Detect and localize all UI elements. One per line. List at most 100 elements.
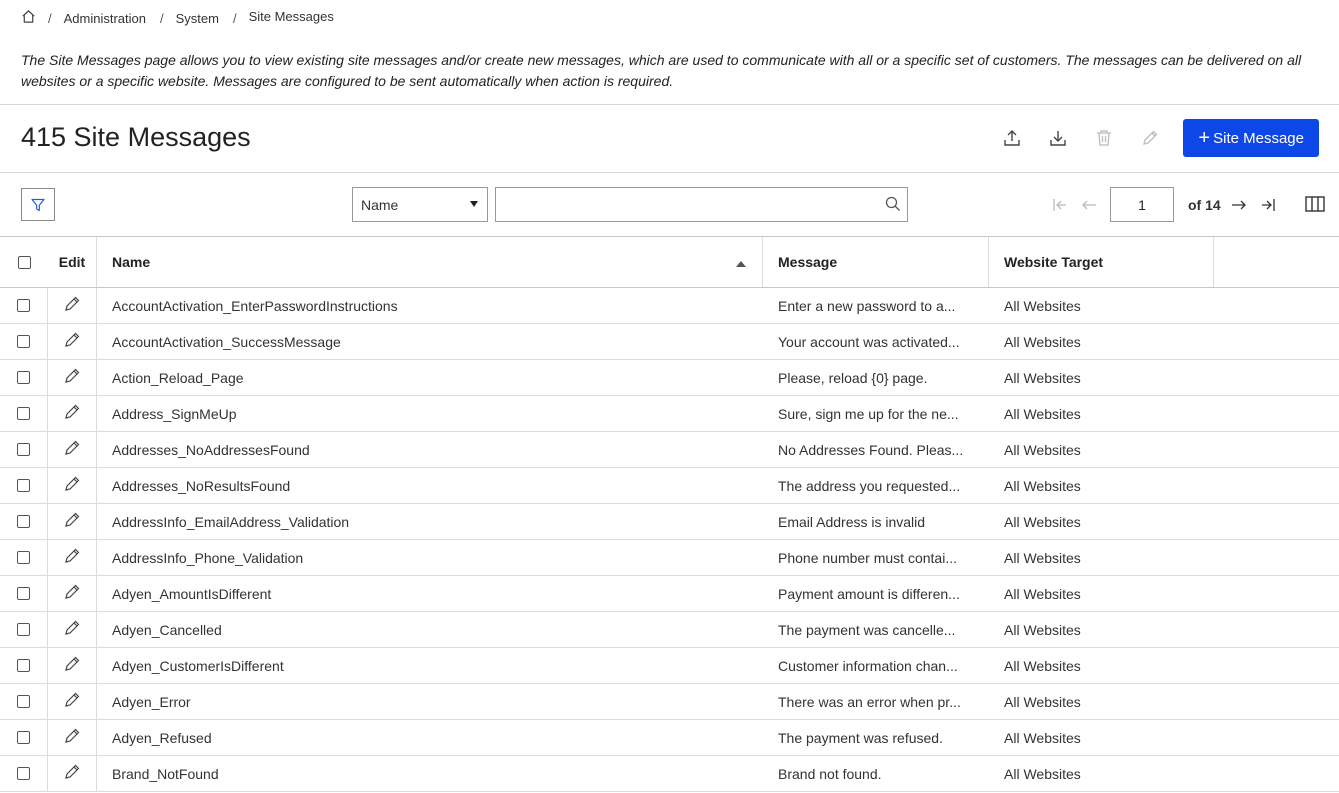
table-row[interactable]: Action_Reload_Page Please, reload {0} pag…	[0, 360, 1339, 396]
search-field-select[interactable]: Name	[352, 187, 488, 222]
search-icon[interactable]	[885, 196, 901, 217]
table-row[interactable]: Address_SignMeUp Sure, sign me up for the…	[0, 396, 1339, 432]
row-checkbox[interactable]	[17, 623, 30, 636]
row-checkbox[interactable]	[17, 551, 30, 564]
edit-pencil-icon[interactable]	[63, 547, 81, 568]
row-edit-cell	[48, 756, 97, 791]
row-checkbox[interactable]	[17, 479, 30, 492]
edit-pencil-icon[interactable]	[63, 655, 81, 676]
column-header-message[interactable]: Message	[763, 237, 989, 287]
page-description: The Site Messages page allows you to vie…	[21, 52, 1302, 89]
previous-page-icon[interactable]	[1077, 193, 1101, 217]
edit-pencil-icon[interactable]	[63, 583, 81, 604]
column-header-filler	[1214, 237, 1339, 287]
divider	[0, 172, 1339, 173]
export-button[interactable]	[989, 119, 1035, 157]
row-edit-cell	[48, 288, 97, 323]
edit-pencil-icon[interactable]	[63, 403, 81, 424]
row-message-text: The payment was refused.	[778, 729, 943, 746]
breadcrumb-separator: /	[160, 10, 164, 26]
caret-down-icon	[470, 201, 478, 207]
row-checkbox[interactable]	[17, 587, 30, 600]
table-row[interactable]: AddressInfo_EmailAddress_Validation Email…	[0, 504, 1339, 540]
edit-selected-button[interactable]	[1127, 119, 1173, 157]
row-filler	[1214, 396, 1339, 431]
row-message-text: Please, reload {0} page.	[778, 369, 928, 386]
row-message-text: Sure, sign me up for the ne...	[778, 405, 959, 422]
table-row[interactable]: AccountActivation_SuccessMessage Your acc…	[0, 324, 1339, 360]
row-website-target: All Websites	[1004, 333, 1081, 350]
row-name: Adyen_Refused	[112, 729, 212, 746]
select-all-checkbox[interactable]	[17, 255, 31, 269]
table-row[interactable]: Addresses_NoResultsFound The address you …	[0, 468, 1339, 504]
row-filler	[1214, 720, 1339, 755]
row-filler	[1214, 684, 1339, 719]
edit-pencil-icon[interactable]	[63, 331, 81, 352]
breadcrumb-system[interactable]: System	[176, 11, 219, 26]
row-website-target: All Websites	[1004, 693, 1081, 710]
table-row[interactable]: Adyen_CustomerIsDifferent Customer inform…	[0, 648, 1339, 684]
edit-pencil-icon[interactable]	[63, 475, 81, 496]
edit-pencil-icon[interactable]	[63, 691, 81, 712]
row-name: Brand_NotFound	[112, 765, 219, 782]
row-checkbox[interactable]	[17, 695, 30, 708]
table-row[interactable]: AddressInfo_Phone_Validation Phone number…	[0, 540, 1339, 576]
row-checkbox[interactable]	[17, 299, 30, 312]
row-checkbox[interactable]	[17, 335, 30, 348]
row-checkbox[interactable]	[17, 515, 30, 528]
filter-button[interactable]	[21, 188, 55, 221]
row-checkbox[interactable]	[17, 407, 30, 420]
table-row[interactable]: Adyen_Error There was an error when pr...…	[0, 684, 1339, 720]
row-checkbox[interactable]	[17, 659, 30, 672]
row-checkbox[interactable]	[17, 371, 30, 384]
edit-pencil-icon[interactable]	[63, 511, 81, 532]
page-number-input[interactable]: 1	[1110, 187, 1174, 222]
delete-button[interactable]	[1081, 119, 1127, 157]
row-filler	[1214, 648, 1339, 683]
search-input[interactable]	[496, 188, 907, 221]
last-page-icon[interactable]	[1256, 193, 1280, 217]
pager: 1 of 14	[1048, 187, 1285, 222]
edit-pencil-icon[interactable]	[63, 439, 81, 460]
edit-pencil-icon[interactable]	[63, 727, 81, 748]
column-chooser-icon[interactable]	[1304, 194, 1326, 214]
row-filler	[1214, 576, 1339, 611]
edit-pencil-icon[interactable]	[63, 619, 81, 640]
row-checkbox[interactable]	[17, 443, 30, 456]
row-message: No Addresses Found. Pleas...	[763, 432, 989, 467]
add-site-message-button[interactable]: + Site Message	[1183, 119, 1319, 157]
table-row[interactable]: Adyen_Cancelled The payment was cancelle.…	[0, 612, 1339, 648]
row-name: Action_Reload_Page	[112, 369, 244, 386]
table-row[interactable]: Addresses_NoAddressesFound No Addresses F…	[0, 432, 1339, 468]
row-checkbox[interactable]	[17, 731, 30, 744]
column-header-website-target[interactable]: Website Target	[989, 237, 1214, 287]
table-row[interactable]: AccountActivation_EnterPasswordInstructi…	[0, 288, 1339, 324]
grid-header: Edit Name Message Website Target	[0, 237, 1339, 288]
import-button[interactable]	[1035, 119, 1081, 157]
column-header-name[interactable]: Name	[97, 237, 763, 287]
row-website-target: All Websites	[1004, 477, 1081, 494]
breadcrumb-separator: /	[232, 10, 237, 26]
row-filler	[1214, 432, 1339, 467]
row-edit-cell	[48, 540, 97, 575]
row-website-target: All Websites	[1004, 657, 1081, 674]
search-box	[495, 187, 908, 222]
edit-pencil-icon[interactable]	[63, 763, 81, 784]
table-row[interactable]: Adyen_Refused The payment was refused. All…	[0, 720, 1339, 756]
first-page-icon[interactable]	[1048, 193, 1072, 217]
next-page-icon[interactable]	[1227, 193, 1251, 217]
divider	[0, 104, 1339, 105]
row-checkbox[interactable]	[17, 767, 30, 780]
row-message: Email Address is invalid	[763, 504, 989, 539]
row-select-cell	[0, 432, 48, 467]
row-filler	[1214, 468, 1339, 503]
table-row[interactable]: Adyen_AmountIsDifferent Payment amount is…	[0, 576, 1339, 612]
table-row[interactable]: Brand_NotFound Brand not found. All Websit…	[0, 756, 1339, 792]
toolbar-actions: + Site Message	[989, 119, 1319, 157]
row-name: Adyen_AmountIsDifferent	[112, 585, 272, 602]
edit-pencil-icon[interactable]	[63, 367, 81, 388]
home-icon[interactable]	[20, 8, 36, 24]
breadcrumb-administration[interactable]: Administration	[64, 11, 146, 26]
row-name: Addresses_NoResultsFound	[112, 477, 291, 494]
edit-pencil-icon[interactable]	[63, 295, 81, 316]
